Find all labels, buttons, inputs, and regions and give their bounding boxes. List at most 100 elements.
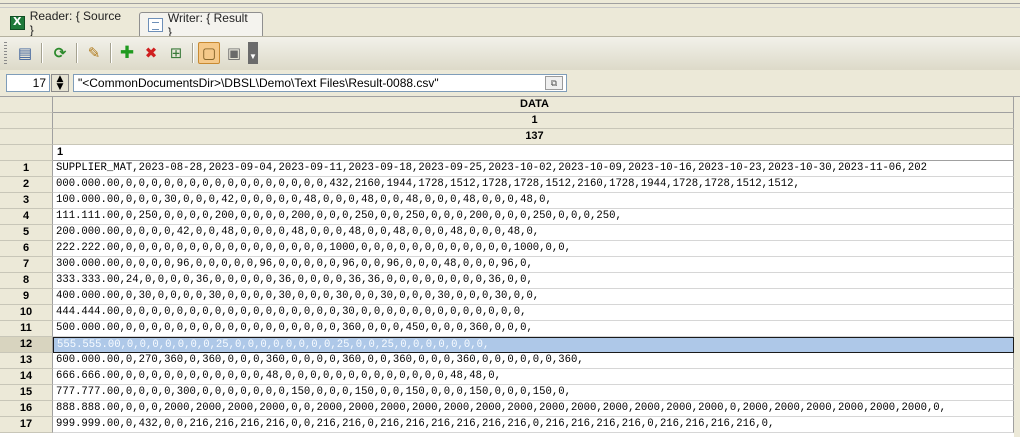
row-number[interactable]: 3: [0, 193, 53, 209]
edit-button[interactable]: ✎: [83, 42, 105, 64]
delete-button[interactable]: ✖: [140, 42, 162, 64]
refresh-button[interactable]: ⟳: [49, 42, 71, 64]
structure-button[interactable]: ⊞: [165, 42, 187, 64]
data-cell[interactable]: 600.000.00,0,270,360,0,360,0,0,0,360,0,0…: [53, 353, 1014, 369]
table-row[interactable]: 7 300.000.00,0,0,0,0,96,0,0,0,0,0,96,0,0,…: [0, 257, 1020, 273]
row-number[interactable]: 4: [0, 209, 53, 225]
field-name-header[interactable]: DATA: [53, 97, 1014, 113]
toolbar-separator: [192, 43, 193, 63]
table-row[interactable]: 6 222.222.00,0,0,0,0,0,0,0,0,0,0,0,0,0,0,…: [0, 241, 1020, 257]
edit-icon: ✎: [87, 43, 101, 62]
row-number[interactable]: 17: [0, 417, 53, 433]
table-row[interactable]: 3 100.000.00,0,0,0,30,0,0,0,42,0,0,0,0,0,…: [0, 193, 1020, 209]
data-grid: DATA 1 137 1 1 SUPPLIER_MAT,2023-08-28,20…: [0, 96, 1020, 437]
row-number[interactable]: 2: [0, 177, 53, 193]
row-number[interactable]: 11: [0, 321, 53, 337]
toolbar-separator: [76, 43, 77, 63]
table-row[interactable]: 12 555.555.00,0,0,0,0,0,0,0,25,0,0,0,0,0,…: [0, 337, 1020, 353]
column-number[interactable]: 1: [53, 145, 1014, 161]
row-number[interactable]: 16: [0, 401, 53, 417]
spin-down-icon[interactable]: ▼: [52, 83, 68, 92]
view-dropdown-arrow[interactable]: ▼: [248, 42, 258, 64]
file-path-field[interactable]: "<CommonDocumentsDir>\DBSL\Demo\Text Fil…: [73, 74, 567, 92]
row-number[interactable]: 9: [0, 289, 53, 305]
data-cell[interactable]: 666.666.00,0,0,0,0,0,0,0,0,0,0,0,48,0,0,…: [53, 369, 1014, 385]
data-cell[interactable]: 500.000.00,0,0,0,0,0,0,0,0,0,0,0,0,0,0,0…: [53, 321, 1014, 337]
refresh-icon: ⟳: [53, 43, 67, 62]
corner-cell: [0, 113, 53, 129]
data-cell[interactable]: 333.333.00,24,0,0,0,0,36,0,0,0,0,0,36,0,…: [53, 273, 1014, 289]
data-cell[interactable]: SUPPLIER_MAT,2023-08-28,2023-09-04,2023-…: [53, 161, 1014, 177]
table-row[interactable]: 5 200.000.00,0,0,0,0,42,0,0,48,0,0,0,0,48…: [0, 225, 1020, 241]
structure-icon: ⊞: [169, 43, 183, 62]
column-number-row: 1: [0, 145, 1020, 161]
corner-cell: [0, 97, 53, 113]
data-cell[interactable]: 300.000.00,0,0,0,0,96,0,0,0,0,0,96,0,0,0…: [53, 257, 1014, 273]
table-row[interactable]: 10 444.444.00,0,0,0,0,0,0,0,0,0,0,0,0,0,0…: [0, 305, 1020, 321]
add-icon: ✚: [119, 42, 135, 63]
toolbar-grip[interactable]: [4, 42, 7, 64]
browse-icon[interactable]: ⧉: [545, 76, 563, 90]
view-options-button[interactable]: ▣: [223, 42, 245, 64]
table-row[interactable]: 2 000.000.00,0,0,0,0,0,0,0,0,0,0,0,0,0,0,…: [0, 177, 1020, 193]
table-row[interactable]: 9 400.000.00,0,30,0,0,0,0,30,0,0,0,0,30,0…: [0, 289, 1020, 305]
excel-icon: [10, 15, 25, 30]
table-row[interactable]: 16 888.888.00,0,0,0,2000,2000,2000,2000,0…: [0, 401, 1020, 417]
data-cell[interactable]: 100.000.00,0,0,0,30,0,0,0,42,0,0,0,0,0,4…: [53, 193, 1014, 209]
row-number[interactable]: 12: [0, 337, 53, 353]
table-row[interactable]: 14 666.666.00,0,0,0,0,0,0,0,0,0,0,0,48,0,…: [0, 369, 1020, 385]
field-length-header: 137: [53, 129, 1014, 145]
table-row[interactable]: 17 999.999.00,0,432,0,0,216,216,216,216,0…: [0, 417, 1020, 433]
tab-writer-result[interactable]: Writer: { Result }: [139, 11, 263, 39]
row-number[interactable]: 5: [0, 225, 53, 241]
corner-cell: [0, 145, 53, 161]
field-index-header: 1: [53, 113, 1014, 129]
data-cell[interactable]: 888.888.00,0,0,0,2000,2000,2000,2000,0,0…: [53, 401, 1014, 417]
data-cell[interactable]: 555.555.00,0,0,0,0,0,0,0,25,0,0,0,0,0,0,…: [53, 337, 1014, 353]
menu-edge: [0, 3, 1020, 4]
table-row[interactable]: 1 SUPPLIER_MAT,2023-08-28,2023-09-04,2023…: [0, 161, 1020, 177]
data-cell[interactable]: 200.000.00,0,0,0,0,42,0,0,48,0,0,0,0,48,…: [53, 225, 1014, 241]
header-row-index: 1: [0, 113, 1020, 129]
row-number[interactable]: 7: [0, 257, 53, 273]
document-icon: [148, 17, 163, 32]
header-row-field: DATA: [0, 97, 1020, 113]
delete-icon: ✖: [144, 43, 158, 62]
tab-reader-label: Reader: { Source }: [29, 9, 122, 37]
view-options-icon: ▣: [226, 43, 242, 62]
tab-reader-source[interactable]: Reader: { Source }: [2, 9, 134, 37]
row-number[interactable]: 14: [0, 369, 53, 385]
chevron-down-icon: ▼: [249, 52, 257, 61]
row-number[interactable]: 10: [0, 305, 53, 321]
row-number[interactable]: 15: [0, 385, 53, 401]
table-row[interactable]: 4 111.111.00,0,250,0,0,0,0,200,0,0,0,0,20…: [0, 209, 1020, 225]
row-number-input[interactable]: 17: [6, 74, 50, 92]
properties-button[interactable]: ▤: [14, 42, 36, 64]
tab-strip: Reader: { Source } Writer: { Result }: [0, 0, 1020, 39]
data-cell[interactable]: 000.000.00,0,0,0,0,0,0,0,0,0,0,0,0,0,0,0…: [53, 177, 1014, 193]
row-number[interactable]: 8: [0, 273, 53, 289]
row-spinner[interactable]: ▲ ▼: [51, 74, 69, 92]
data-cell[interactable]: 999.999.00,0,432,0,0,216,216,216,216,0,0…: [53, 417, 1014, 433]
row-number[interactable]: 1: [0, 161, 53, 177]
table-row[interactable]: 15 777.777.00,0,0,0,0,300,0,0,0,0,0,0,0,1…: [0, 385, 1020, 401]
table-row[interactable]: 11 500.000.00,0,0,0,0,0,0,0,0,0,0,0,0,0,0…: [0, 321, 1020, 337]
view-grid-button[interactable]: ▢: [198, 42, 220, 64]
table-row[interactable]: 8 333.333.00,24,0,0,0,0,36,0,0,0,0,0,36,0…: [0, 273, 1020, 289]
row-number[interactable]: 13: [0, 353, 53, 369]
data-cell[interactable]: 400.000.00,0,30,0,0,0,0,30,0,0,0,0,30,0,…: [53, 289, 1014, 305]
data-cell[interactable]: 222.222.00,0,0,0,0,0,0,0,0,0,0,0,0,0,0,0…: [53, 241, 1014, 257]
row-number[interactable]: 6: [0, 241, 53, 257]
data-cell[interactable]: 111.111.00,0,250,0,0,0,0,200,0,0,0,0,200…: [53, 209, 1014, 225]
data-cell[interactable]: 777.777.00,0,0,0,0,300,0,0,0,0,0,0,0,150…: [53, 385, 1014, 401]
toolbar-separator: [110, 43, 111, 63]
path-row: 17 ▲ ▼ "<CommonDocumentsDir>\DBSL\Demo\T…: [0, 70, 1020, 96]
header-row-length: 137: [0, 129, 1020, 145]
view-grid-icon: ▢: [201, 43, 217, 62]
table-row[interactable]: 13 600.000.00,0,270,360,0,360,0,0,0,360,0…: [0, 353, 1020, 369]
properties-icon: ▤: [17, 43, 33, 62]
toolbar: ▤ ⟳ ✎ ✚ ✖ ⊞ ▢ ▣ ▼: [0, 36, 1020, 71]
add-button[interactable]: ✚: [116, 42, 138, 64]
menu-edge-inner: [0, 7, 1020, 8]
data-cell[interactable]: 444.444.00,0,0,0,0,0,0,0,0,0,0,0,0,0,0,0…: [53, 305, 1014, 321]
